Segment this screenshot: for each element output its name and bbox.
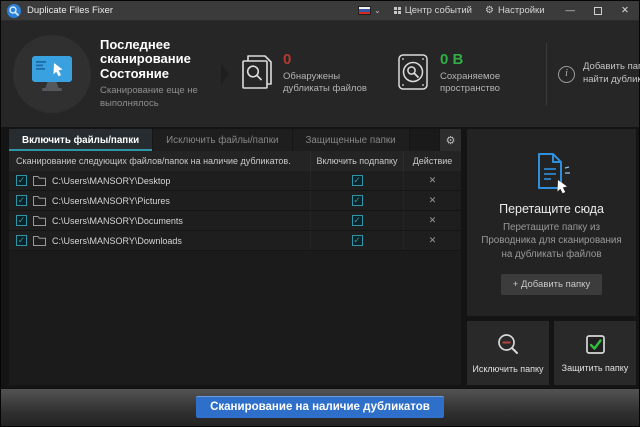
row-checkbox[interactable]: ✓ bbox=[16, 195, 27, 206]
row-checkbox[interactable]: ✓ bbox=[16, 215, 27, 226]
computer-icon bbox=[13, 35, 91, 113]
titlebar-right: ⌄ Центр событий ⚙ Настройки — ✕ bbox=[358, 5, 629, 16]
drag-document-icon bbox=[537, 153, 570, 194]
info-icon: i bbox=[558, 65, 575, 83]
subfolder-checkbox[interactable]: ✓ bbox=[351, 235, 363, 246]
space-saved-value: 0 B bbox=[440, 51, 464, 69]
last-scan-title: Последнее сканирование Состояние bbox=[100, 36, 191, 81]
row-checkbox[interactable]: ✓ bbox=[16, 235, 27, 246]
table-empty-space bbox=[9, 251, 461, 385]
folder-path: C:\Users\MANSORY\Downloads bbox=[52, 235, 182, 246]
scan-settings-gear-button[interactable]: ⚙ bbox=[440, 129, 461, 151]
duplicates-count: 0 bbox=[283, 51, 292, 69]
bottom-actions: Исключить папку Защитить папку bbox=[467, 321, 636, 385]
close-button[interactable]: ✕ bbox=[621, 5, 629, 16]
titlebar: Duplicate Files Fixer ⌄ Центр событий ⚙ … bbox=[1, 1, 639, 21]
scan-button[interactable]: Сканирование на наличие дубликатов bbox=[196, 396, 444, 418]
exclude-folder-label: Исключить папку bbox=[472, 364, 544, 374]
folder-icon bbox=[33, 175, 46, 186]
russian-flag-icon bbox=[358, 6, 372, 15]
table-header-subfolder: Включить подпапку bbox=[310, 151, 403, 171]
section-chevron-divider bbox=[221, 63, 229, 85]
footer-bar: Сканирование на наличие дубликатов bbox=[1, 388, 639, 426]
grid-icon bbox=[393, 7, 401, 14]
tab-protected-folders[interactable]: Защищенные папки bbox=[292, 129, 409, 151]
event-center-label: Центр событий bbox=[404, 5, 472, 16]
exclude-folder-button[interactable]: Исключить папку bbox=[467, 321, 549, 385]
right-panel: Перетащите сюда Перетащите папку из Пров… bbox=[467, 129, 636, 385]
table-row[interactable]: ✓ C:\Users\MANSORY\Desktop ✓ ✕ bbox=[9, 171, 461, 191]
maximize-button[interactable] bbox=[594, 6, 603, 15]
subfolder-checkbox[interactable]: ✓ bbox=[351, 215, 363, 226]
dropzone-title: Перетащите сюда bbox=[499, 202, 604, 217]
settings-button[interactable]: ⚙ Настройки bbox=[485, 5, 545, 16]
gear-icon: ⚙ bbox=[484, 4, 494, 16]
duplicates-label: Обнаружены дубликаты файлов bbox=[283, 70, 367, 95]
folder-path: C:\Users\MANSORY\Documents bbox=[52, 215, 183, 226]
folder-icon bbox=[33, 235, 46, 246]
minimize-button[interactable]: — bbox=[566, 5, 576, 16]
protect-folder-button[interactable]: Защитить папку bbox=[554, 321, 636, 385]
app-title: Duplicate Files Fixer bbox=[27, 5, 114, 16]
chevron-down-icon: ⌄ bbox=[374, 5, 381, 15]
duplicates-found-stat: 0 Обнаружены дубликаты файлов bbox=[240, 52, 384, 95]
row-checkbox[interactable]: ✓ bbox=[16, 175, 27, 186]
folder-path: C:\Users\MANSORY\Pictures bbox=[52, 195, 170, 206]
protect-check-icon bbox=[585, 335, 605, 354]
table-header: Сканирование следующих файлов/папок на н… bbox=[9, 151, 461, 171]
add-folder-hint-text: Добавить папку в найти дубликаты bbox=[583, 61, 640, 85]
tabbar: Включить файлы/папки Исключить файлы/пап… bbox=[9, 129, 461, 151]
app-logo-icon bbox=[7, 3, 21, 18]
space-saved-label: Сохраняемое пространство bbox=[440, 70, 501, 95]
duplicate-files-icon bbox=[242, 55, 272, 90]
protect-folder-label: Защитить папку bbox=[561, 363, 629, 373]
remove-row-button[interactable]: ✕ bbox=[429, 175, 437, 186]
folders-panel: Включить файлы/папки Исключить файлы/пап… bbox=[9, 129, 461, 385]
tab-include-files[interactable]: Включить файлы/папки bbox=[9, 129, 153, 151]
space-saved-stat: 0 B Сохраняемое пространство bbox=[395, 52, 541, 95]
last-scan-subtitle: Сканирование еще не выполнялось bbox=[100, 85, 198, 109]
exclude-magnifier-icon bbox=[497, 334, 518, 354]
remove-row-button[interactable]: ✕ bbox=[429, 195, 437, 206]
folder-icon bbox=[33, 195, 46, 206]
disk-space-icon bbox=[398, 54, 428, 91]
last-scan-status: Последнее сканирование Состояние Сканиро… bbox=[9, 35, 216, 113]
window-controls: — ✕ bbox=[566, 5, 629, 16]
subfolder-checkbox[interactable]: ✓ bbox=[351, 175, 363, 186]
tabbar-spacer bbox=[409, 129, 439, 151]
remove-row-button[interactable]: ✕ bbox=[429, 235, 437, 246]
table-header-action: Действие bbox=[403, 151, 461, 171]
dropzone-description: Перетащите папку из Проводника для скани… bbox=[481, 222, 622, 260]
dropzone[interactable]: Перетащите сюда Перетащите папку из Пров… bbox=[467, 129, 636, 316]
add-folder-hint[interactable]: i Добавить папку в найти дубликаты bbox=[546, 43, 640, 105]
language-selector[interactable]: ⌄ bbox=[358, 6, 381, 15]
event-center-button[interactable]: Центр событий bbox=[393, 5, 472, 16]
titlebar-left: Duplicate Files Fixer bbox=[7, 3, 114, 18]
last-scan-texts: Последнее сканирование Состояние Сканиро… bbox=[100, 36, 216, 110]
subfolder-checkbox[interactable]: ✓ bbox=[351, 195, 363, 206]
space-saved-texts: 0 B Сохраняемое пространство bbox=[440, 52, 530, 95]
duplicates-found-texts: 0 Обнаружены дубликаты файлов bbox=[283, 52, 373, 95]
remove-row-button[interactable]: ✕ bbox=[429, 215, 437, 226]
settings-label: Настройки bbox=[497, 5, 545, 16]
status-header: Последнее сканирование Состояние Сканиро… bbox=[1, 21, 640, 127]
table-header-main: Сканирование следующих файлов/папок на н… bbox=[16, 156, 291, 166]
add-folder-button[interactable]: + Добавить папку bbox=[500, 273, 603, 295]
folder-path: C:\Users\MANSORY\Desktop bbox=[52, 175, 171, 186]
main-area: Включить файлы/папки Исключить файлы/пап… bbox=[1, 127, 639, 388]
folder-icon bbox=[33, 215, 46, 226]
app-window: Duplicate Files Fixer ⌄ Центр событий ⚙ … bbox=[0, 0, 640, 427]
table-row[interactable]: ✓ C:\Users\MANSORY\Documents ✓ ✕ bbox=[9, 211, 461, 231]
tab-exclude-files[interactable]: Исключить файлы/папки bbox=[153, 129, 292, 151]
table-row[interactable]: ✓ C:\Users\MANSORY\Pictures ✓ ✕ bbox=[9, 191, 461, 211]
table-row[interactable]: ✓ C:\Users\MANSORY\Downloads ✓ ✕ bbox=[9, 231, 461, 251]
